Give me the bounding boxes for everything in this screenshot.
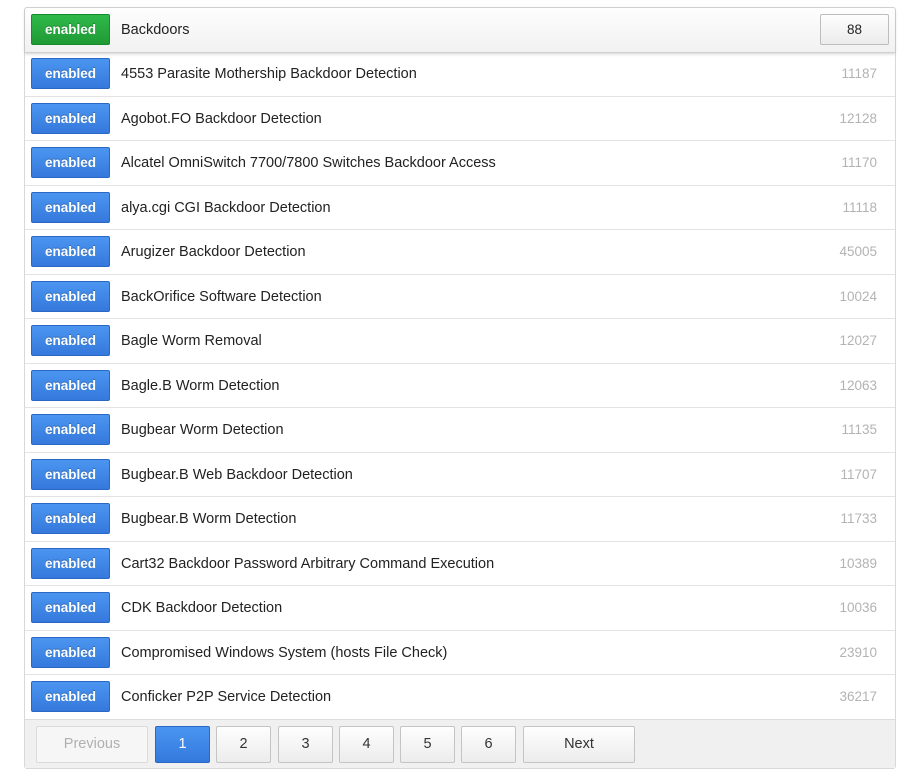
plugin-id: 10036 bbox=[839, 600, 877, 615]
plugin-status-toggle[interactable]: enabled bbox=[31, 58, 110, 89]
plugin-name: CDK Backdoor Detection bbox=[121, 600, 283, 616]
plugin-id: 12063 bbox=[839, 377, 877, 393]
plugin-row[interactable]: enabled Alcatel OmniSwitch 7700/7800 Swi… bbox=[25, 141, 895, 186]
plugin-id: 11135 bbox=[841, 422, 877, 437]
plugin-row[interactable]: enabled alya.cgi CGI Backdoor Detection … bbox=[25, 186, 895, 230]
plugin-name: BackOrifice Software Detection bbox=[121, 288, 322, 305]
plugin-name: Agobot.FO Backdoor Detection bbox=[121, 110, 322, 127]
next-page-button[interactable]: Next bbox=[523, 726, 635, 763]
plugin-name: Bugbear Worm Detection bbox=[121, 422, 284, 438]
plugin-family-panel: enabled Backdoors 88 enabled 4553 Parasi… bbox=[24, 7, 896, 769]
plugin-id: 12128 bbox=[839, 110, 877, 126]
page-button-4[interactable]: 4 bbox=[339, 726, 394, 763]
plugin-row[interactable]: enabled Conficker P2P Service Detection … bbox=[25, 675, 895, 720]
plugin-status-toggle[interactable]: enabled bbox=[31, 369, 110, 401]
plugin-name: Cart32 Backdoor Password Arbitrary Comma… bbox=[121, 555, 495, 572]
plugin-name: Bagle.B Worm Detection bbox=[121, 377, 280, 394]
plugin-name: Compromised Windows System (hosts File C… bbox=[121, 644, 448, 661]
plugin-row[interactable]: enabled Arugizer Backdoor Detection 4500… bbox=[25, 230, 895, 275]
plugin-row[interactable]: enabled Agobot.FO Backdoor Detection 121… bbox=[25, 97, 895, 141]
plugin-status-toggle[interactable]: enabled bbox=[31, 325, 110, 356]
plugin-id: 23910 bbox=[839, 644, 877, 660]
page-button-2[interactable]: 2 bbox=[216, 726, 271, 763]
plugin-status-toggle[interactable]: enabled bbox=[31, 414, 110, 445]
family-header[interactable]: enabled Backdoors 88 bbox=[25, 8, 895, 53]
plugin-row[interactable]: enabled Bagle Worm Removal 12027 bbox=[25, 319, 895, 364]
page-button-5[interactable]: 5 bbox=[400, 726, 455, 763]
plugin-id: 11118 bbox=[842, 199, 877, 215]
page-button-6[interactable]: 6 bbox=[461, 726, 516, 763]
plugin-status-toggle[interactable]: enabled bbox=[31, 236, 110, 267]
plugin-id: 11187 bbox=[841, 66, 877, 81]
plugin-id: 36217 bbox=[839, 689, 877, 704]
plugin-row[interactable]: enabled BackOrifice Software Detection 1… bbox=[25, 275, 895, 319]
plugin-id: 10389 bbox=[839, 555, 877, 571]
plugin-row[interactable]: enabled 4553 Parasite Mothership Backdoo… bbox=[25, 52, 895, 97]
plugin-row[interactable]: enabled Compromised Windows System (host… bbox=[25, 631, 895, 675]
plugin-id: 45005 bbox=[839, 244, 877, 259]
plugin-id: 11707 bbox=[840, 466, 877, 482]
family-status-toggle[interactable]: enabled bbox=[31, 14, 110, 45]
plugin-status-toggle[interactable]: enabled bbox=[31, 147, 110, 178]
previous-page-button[interactable]: Previous bbox=[36, 726, 148, 763]
plugin-row[interactable]: enabled Bagle.B Worm Detection 12063 bbox=[25, 364, 895, 408]
plugin-name: Bugbear.B Web Backdoor Detection bbox=[121, 466, 353, 483]
plugin-status-toggle[interactable]: enabled bbox=[31, 102, 110, 134]
page-button-1[interactable]: 1 bbox=[155, 726, 210, 763]
plugin-name: alya.cgi CGI Backdoor Detection bbox=[121, 199, 331, 216]
plugin-name: Bagle Worm Removal bbox=[121, 333, 262, 349]
plugin-id: 10024 bbox=[839, 288, 877, 304]
plugin-status-toggle[interactable]: enabled bbox=[31, 636, 110, 668]
plugin-status-toggle[interactable]: enabled bbox=[31, 191, 110, 223]
plugin-row[interactable]: enabled Bugbear.B Worm Detection 11733 bbox=[25, 497, 895, 542]
plugin-id: 11170 bbox=[841, 155, 877, 170]
family-title: Backdoors bbox=[121, 22, 190, 38]
plugin-count-badge: 88 bbox=[820, 14, 889, 45]
plugin-id: 12027 bbox=[839, 333, 877, 348]
plugin-status-toggle[interactable]: enabled bbox=[31, 503, 110, 534]
page-button-3[interactable]: 3 bbox=[278, 726, 333, 763]
pagination: Previous 1 2 3 4 5 6 Next bbox=[25, 719, 895, 768]
plugin-row[interactable]: enabled CDK Backdoor Detection 10036 bbox=[25, 586, 895, 631]
plugin-status-toggle[interactable]: enabled bbox=[31, 280, 110, 312]
plugin-name: Bugbear.B Worm Detection bbox=[121, 511, 297, 527]
plugin-status-toggle[interactable]: enabled bbox=[31, 458, 110, 490]
plugin-name: Alcatel OmniSwitch 7700/7800 Switches Ba… bbox=[121, 155, 496, 171]
plugin-name: 4553 Parasite Mothership Backdoor Detect… bbox=[121, 66, 417, 82]
plugin-row[interactable]: enabled Bugbear Worm Detection 11135 bbox=[25, 408, 895, 453]
plugin-row[interactable]: enabled Cart32 Backdoor Password Arbitra… bbox=[25, 542, 895, 586]
plugin-id: 11733 bbox=[840, 511, 877, 526]
plugin-status-toggle[interactable]: enabled bbox=[31, 547, 110, 579]
plugin-status-toggle[interactable]: enabled bbox=[31, 592, 110, 623]
plugin-row[interactable]: enabled Bugbear.B Web Backdoor Detection… bbox=[25, 453, 895, 497]
plugin-name: Conficker P2P Service Detection bbox=[121, 689, 332, 705]
plugin-name: Arugizer Backdoor Detection bbox=[121, 244, 306, 260]
plugin-status-toggle[interactable]: enabled bbox=[31, 681, 110, 712]
plugin-list: enabled 4553 Parasite Mothership Backdoo… bbox=[25, 52, 895, 720]
